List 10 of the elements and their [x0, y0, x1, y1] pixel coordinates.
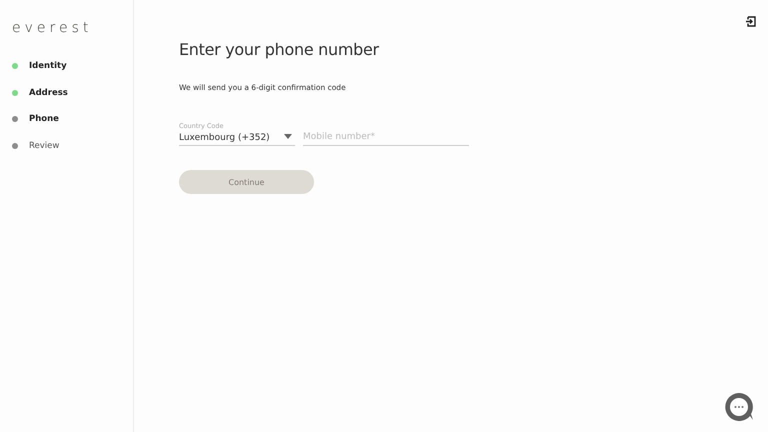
step-label: Review — [29, 140, 60, 151]
logout-icon[interactable] — [745, 16, 756, 27]
chat-icon[interactable] — [723, 391, 755, 423]
step-label: Address — [29, 88, 68, 98]
logo: everest — [12, 20, 94, 36]
step-label: Phone — [29, 114, 59, 124]
caret-icon — [284, 134, 292, 139]
page-title: Enter your phone number — [179, 40, 380, 59]
step-label: Identity — [29, 61, 67, 72]
mobile-number-field[interactable]: Mobile number* — [303, 132, 469, 146]
